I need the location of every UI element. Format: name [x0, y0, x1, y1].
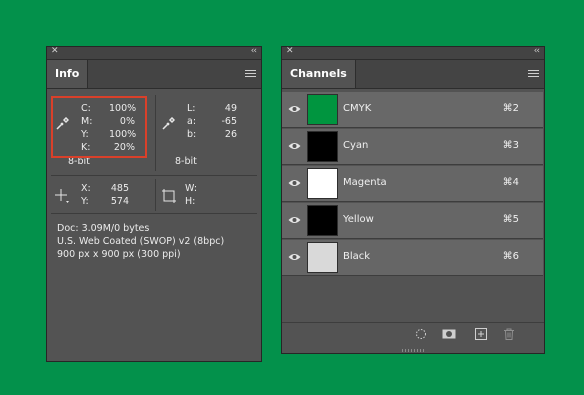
channel-name: Yellow	[343, 214, 374, 225]
close-icon[interactable]: ✕	[286, 46, 294, 56]
lab-a-label: a:	[187, 116, 197, 127]
doc-profile-line: U.S. Web Coated (SWOP) v2 (8bpc)	[57, 236, 225, 247]
channel-list: CMYK ⌘2 Cyan ⌘3 Magenta ⌘4 Yellow ⌘5 Bla…	[282, 92, 544, 280]
divider	[155, 179, 156, 211]
size-w-label: W:	[185, 183, 198, 194]
position-x-label: X:	[81, 183, 91, 194]
position-y-value: 574	[110, 196, 129, 207]
panel-menu-icon[interactable]	[528, 70, 539, 79]
visibility-eye-icon[interactable]	[288, 141, 301, 151]
doc-size-line: Doc: 3.09M/0 bytes	[57, 223, 150, 234]
size-h-label: H:	[185, 196, 196, 207]
channel-thumbnail	[307, 242, 338, 273]
doc-dimensions-line: 900 px x 900 px (300 ppi)	[57, 249, 181, 260]
visibility-eye-icon[interactable]	[288, 104, 301, 114]
collapse-icon[interactable]: ‹‹	[251, 46, 257, 56]
position-y-label: Y:	[81, 196, 89, 207]
selection-size-icon	[162, 189, 176, 203]
channel-shortcut: ⌘5	[502, 214, 519, 225]
channel-name: CMYK	[343, 103, 372, 114]
panel-menu-icon[interactable]	[245, 70, 256, 79]
channel-row-cyan[interactable]: Cyan ⌘3	[282, 129, 543, 165]
resize-grip[interactable]	[402, 349, 424, 352]
channel-row-black[interactable]: Black ⌘6	[282, 240, 543, 276]
footer-divider	[282, 322, 544, 323]
collapse-icon[interactable]: ‹‹	[534, 46, 540, 56]
lab-b-label: b:	[187, 129, 197, 140]
channel-thumbnail	[307, 131, 338, 162]
channel-shortcut: ⌘6	[502, 251, 519, 262]
lab-bit-depth: 8-bit	[175, 156, 197, 167]
channels-panel-titlebar[interactable]: ✕ ‹‹	[282, 46, 544, 60]
tab-info[interactable]: Info	[47, 60, 89, 88]
close-icon[interactable]: ✕	[51, 46, 59, 56]
channels-tab-row: Channels	[282, 60, 544, 89]
visibility-eye-icon[interactable]	[288, 252, 301, 262]
channel-name: Magenta	[343, 177, 387, 188]
lab-b-value: 26	[224, 129, 237, 140]
channel-thumbnail	[307, 205, 338, 236]
channel-shortcut: ⌘4	[502, 177, 519, 188]
info-tab-row: Info	[47, 60, 261, 89]
divider	[51, 175, 257, 176]
load-selection-icon[interactable]	[415, 328, 427, 340]
crosshair-icon[interactable]	[54, 188, 70, 204]
tab-channels[interactable]: Channels	[282, 60, 356, 88]
visibility-eye-icon[interactable]	[288, 178, 301, 188]
channel-shortcut: ⌘2	[502, 103, 519, 114]
channel-thumbnail	[307, 94, 338, 125]
position-x-value: 485	[110, 183, 129, 194]
trash-icon[interactable]	[503, 328, 515, 340]
save-selection-mask-icon[interactable]	[442, 328, 456, 340]
visibility-eye-icon[interactable]	[288, 215, 301, 225]
channel-row-cmyk[interactable]: CMYK ⌘2	[282, 92, 543, 128]
lab-l-label: L:	[187, 103, 196, 114]
highlight-box	[51, 96, 147, 158]
divider	[155, 95, 156, 171]
channel-shortcut: ⌘3	[502, 140, 519, 151]
channel-name: Black	[343, 251, 371, 262]
channels-panel: ✕ ‹‹ Channels CMYK ⌘2 Cyan ⌘3 Magenta ⌘4	[281, 46, 545, 354]
lab-a-value: -65	[221, 116, 237, 127]
channel-row-magenta[interactable]: Magenta ⌘4	[282, 166, 543, 202]
channel-row-yellow[interactable]: Yellow ⌘5	[282, 203, 543, 239]
new-channel-icon[interactable]	[475, 328, 487, 340]
lab-l-value: 49	[224, 103, 237, 114]
channel-thumbnail	[307, 168, 338, 199]
eyedropper-icon[interactable]	[161, 117, 175, 131]
info-panel-titlebar[interactable]: ✕ ‹‹	[47, 46, 261, 60]
divider	[51, 213, 257, 214]
channel-name: Cyan	[343, 140, 369, 151]
info-panel: ✕ ‹‹ Info C: 100% M: 0% Y: 100% K: 20% 8…	[46, 46, 262, 362]
